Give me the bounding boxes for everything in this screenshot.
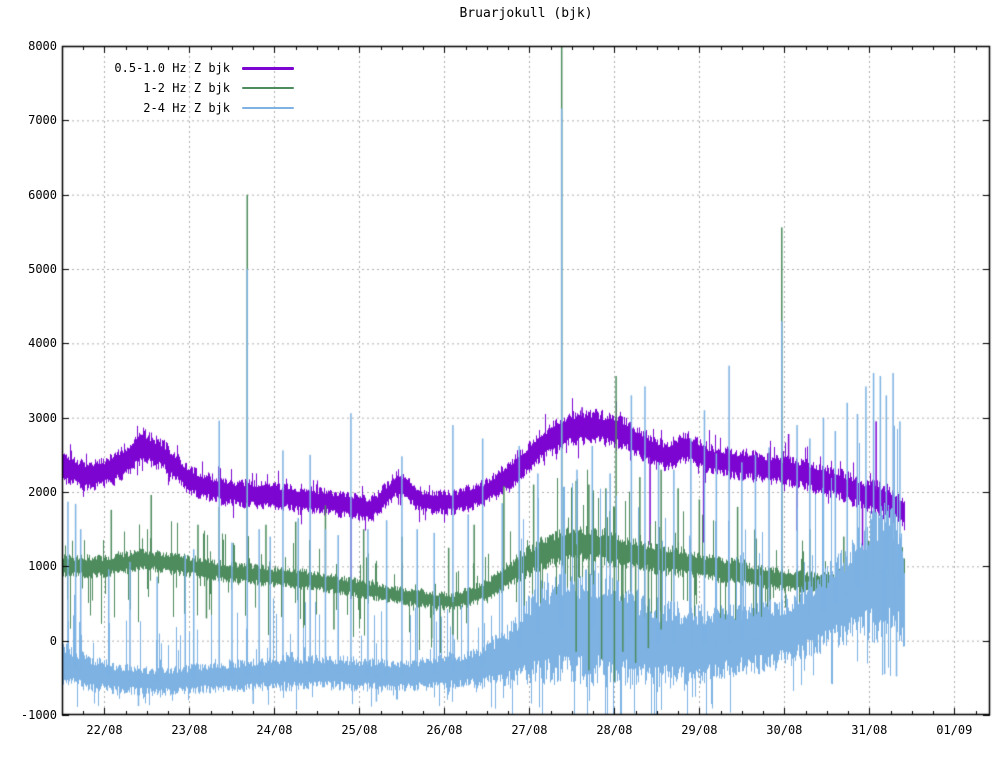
x-tick-label: 28/08 — [584, 722, 644, 738]
y-tick-label: 3000 — [0, 410, 57, 426]
legend-line-sample-blue — [242, 107, 294, 109]
legend-label-0.5-1.0hz: 0.5-1.0 Hz Z bjk — [68, 61, 230, 75]
x-tick-label: 25/08 — [329, 722, 389, 738]
legend-line-sample-green — [242, 87, 294, 89]
y-tick-label: 4000 — [0, 335, 57, 351]
legend-row-band-0: 0.5-1.0 Hz Z bjk — [68, 58, 294, 78]
y-tick-label: 7000 — [0, 112, 57, 128]
legend-label-2-4hz: 2-4 Hz Z bjk — [68, 101, 230, 115]
x-tick-label: 01/09 — [924, 722, 984, 738]
tremor-plot-page: Bruarjokull (bjk) 0.5-1.0 Hz Z bjk 1-2 H… — [0, 0, 1000, 764]
x-tick-label: 31/08 — [839, 722, 899, 738]
x-tick-label: 29/08 — [669, 722, 729, 738]
y-tick-label: -1000 — [0, 707, 57, 723]
chart-title: Bruarjokull (bjk) — [62, 6, 990, 21]
x-tick-label: 24/08 — [244, 722, 304, 738]
legend-line-sample-purple — [242, 67, 294, 70]
legend-row-band-2: 2-4 Hz Z bjk — [68, 98, 294, 118]
y-tick-label: 8000 — [0, 38, 57, 54]
x-tick-label: 26/08 — [414, 722, 474, 738]
y-tick-label: 5000 — [0, 261, 57, 277]
legend-label-1-2hz: 1-2 Hz Z bjk — [68, 81, 230, 95]
x-tick-label: 23/08 — [159, 722, 219, 738]
x-tick-label: 30/08 — [754, 722, 814, 738]
y-tick-label: 6000 — [0, 187, 57, 203]
x-tick-label: 22/08 — [74, 722, 134, 738]
y-tick-label: 0 — [0, 633, 57, 649]
legend: 0.5-1.0 Hz Z bjk 1-2 Hz Z bjk 2-4 Hz Z b… — [68, 58, 294, 118]
y-tick-label: 1000 — [0, 558, 57, 574]
x-tick-label: 27/08 — [499, 722, 559, 738]
legend-row-band-1: 1-2 Hz Z bjk — [68, 78, 294, 98]
y-tick-label: 2000 — [0, 484, 57, 500]
